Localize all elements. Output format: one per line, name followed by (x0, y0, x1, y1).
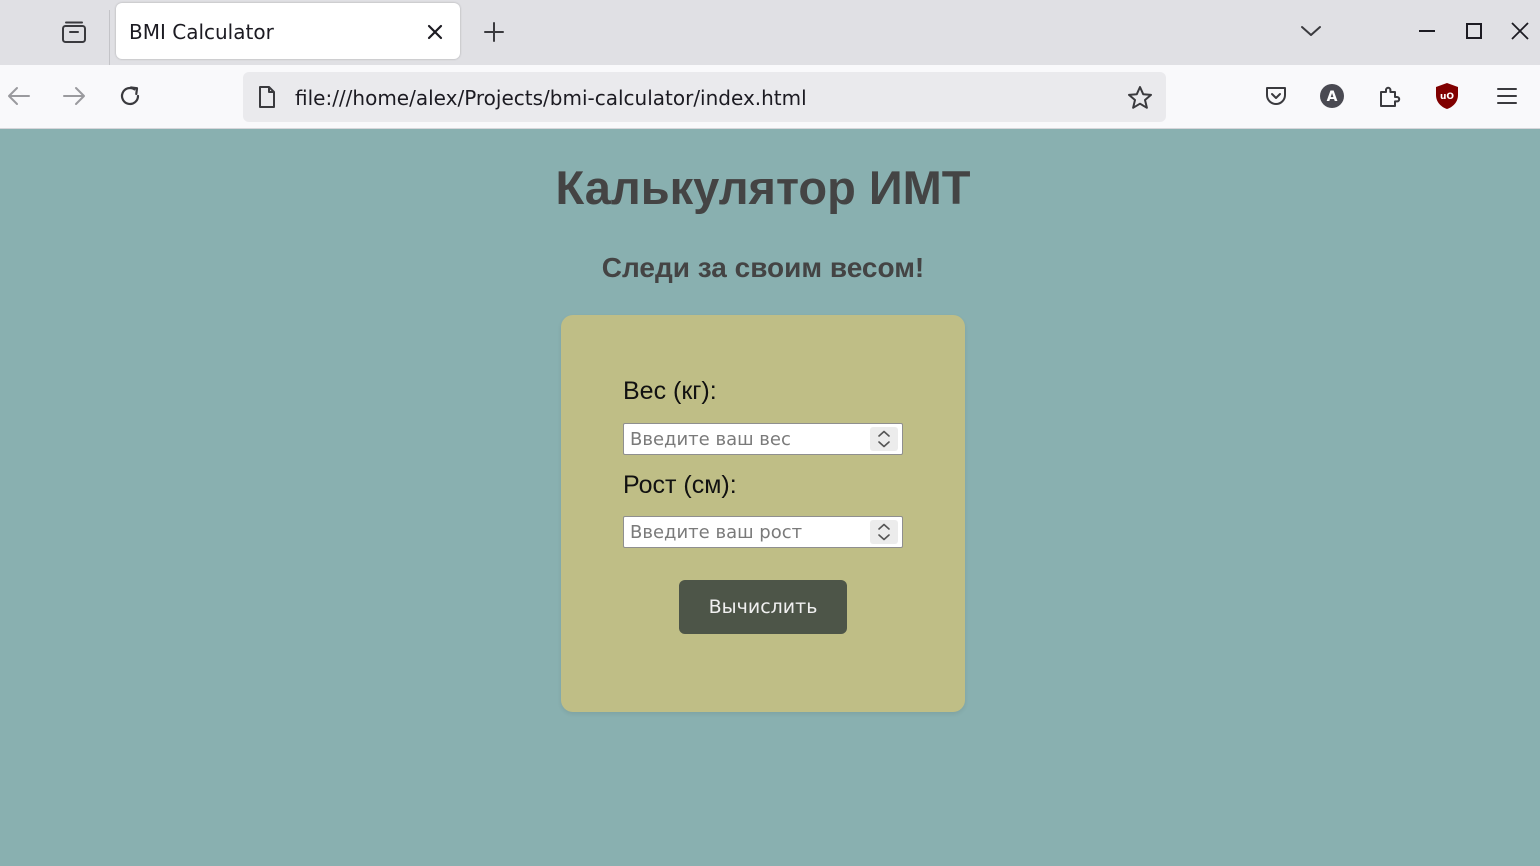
plus-icon[interactable] (478, 16, 510, 48)
puzzle-icon[interactable] (1372, 79, 1406, 113)
maximize-icon[interactable] (1457, 14, 1491, 48)
height-input[interactable] (624, 517, 864, 547)
navigation-toolbar: file:///home/alex/Projects/bmi-calculato… (0, 65, 1540, 129)
account-icon[interactable]: A (1315, 79, 1349, 113)
bmi-form: Вес (кг): Рост (см): Вычислить (561, 315, 965, 712)
reload-icon[interactable] (113, 79, 147, 113)
close-icon[interactable] (422, 19, 448, 45)
account-letter: A (1327, 89, 1338, 105)
tab-title: BMI Calculator (129, 20, 274, 44)
hamburger-menu-icon[interactable] (1490, 79, 1524, 113)
calculate-button[interactable]: Вычислить (679, 580, 847, 634)
arrow-right-icon[interactable] (57, 79, 91, 113)
ublock-label: uO (1440, 92, 1454, 102)
tab-list-icon[interactable] (58, 16, 90, 48)
url-bar[interactable]: file:///home/alex/Projects/bmi-calculato… (243, 72, 1166, 122)
height-spinner[interactable] (870, 520, 898, 544)
height-input-box[interactable] (623, 516, 903, 548)
weight-input-box[interactable] (623, 423, 903, 455)
tab-bmi-calculator[interactable]: BMI Calculator (116, 3, 460, 59)
height-label: Рост (см): (623, 471, 737, 499)
weight-input[interactable] (624, 424, 864, 454)
star-icon[interactable] (1126, 84, 1154, 112)
page-subtitle: Следи за своим весом! (601, 252, 925, 283)
ublock-shield-icon[interactable]: uO (1430, 79, 1464, 113)
url-text[interactable]: file:///home/alex/Projects/bmi-calculato… (295, 86, 807, 110)
page-icon[interactable] (255, 85, 279, 109)
minimize-icon[interactable] (1410, 14, 1444, 48)
chevron-down-icon[interactable] (1294, 14, 1328, 48)
weight-label: Вес (кг): (623, 377, 717, 405)
tab-separator (109, 10, 110, 66)
pocket-icon[interactable] (1259, 79, 1293, 113)
weight-spinner[interactable] (870, 427, 898, 451)
tab-strip: BMI Calculator (0, 0, 1540, 66)
arrow-left-icon[interactable] (2, 79, 36, 113)
page-title: Калькулятор ИМТ (555, 161, 971, 214)
close-window-icon[interactable] (1503, 14, 1537, 48)
